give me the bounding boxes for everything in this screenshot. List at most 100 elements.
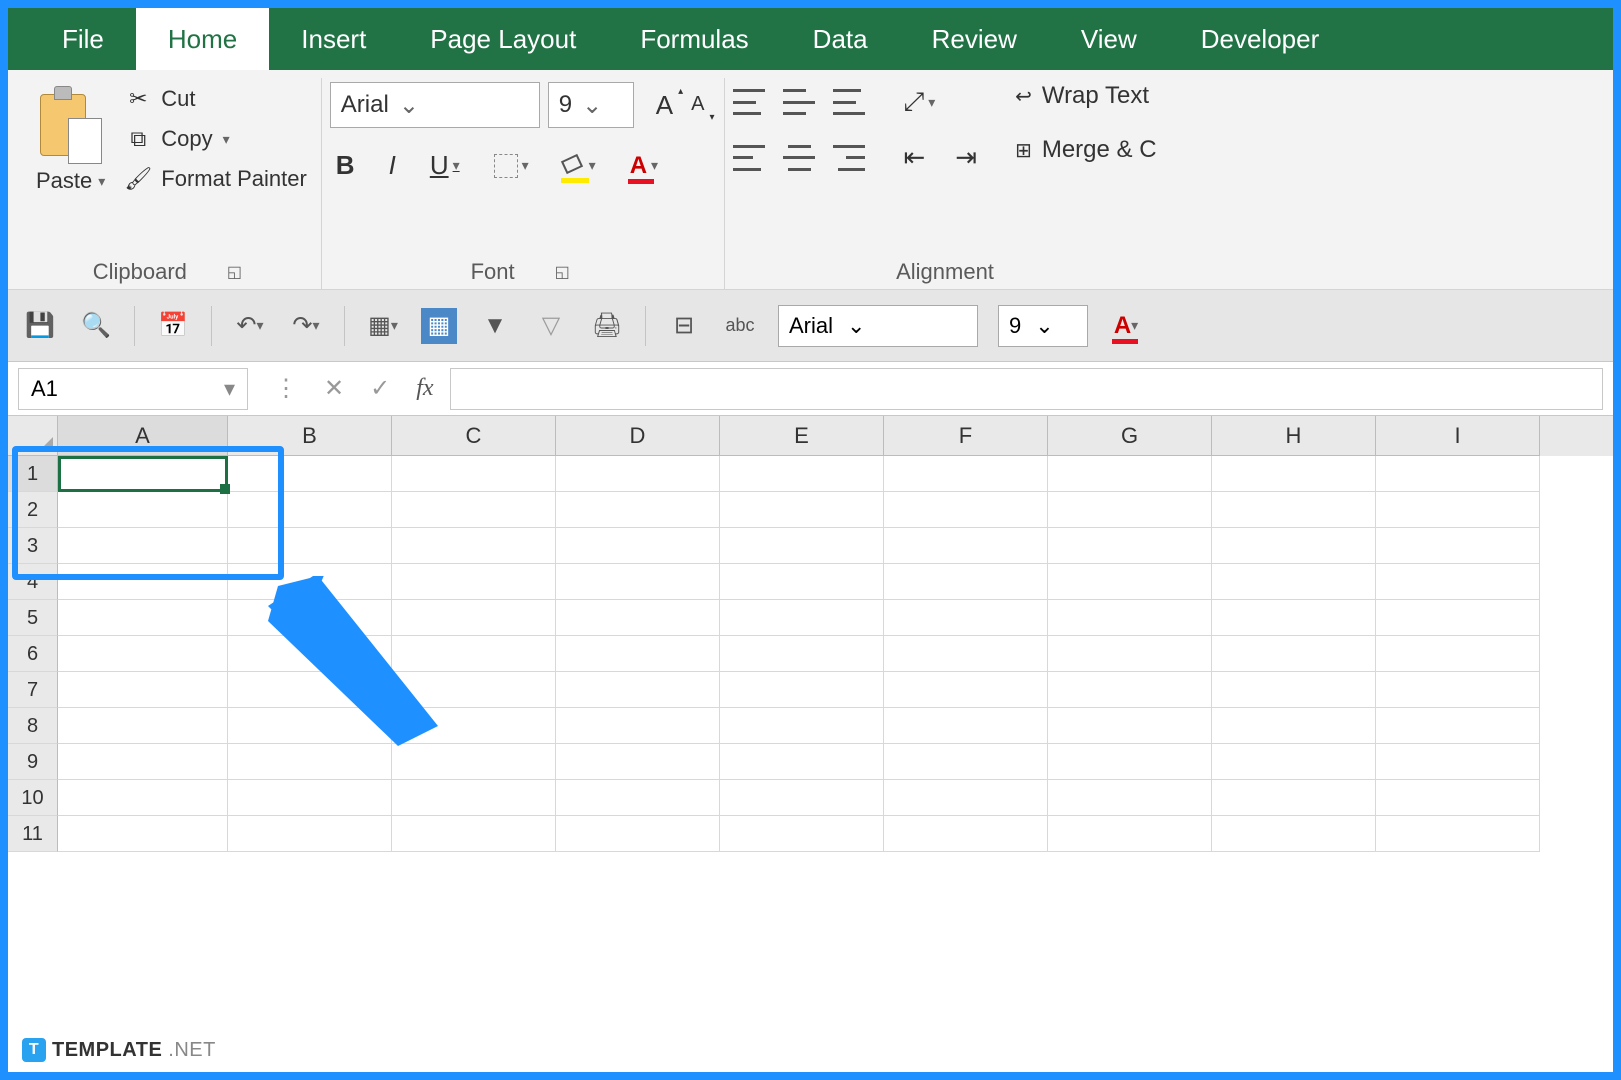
tab-formulas[interactable]: Formulas xyxy=(608,8,780,70)
cell-C2[interactable] xyxy=(392,492,556,528)
copy-button[interactable]: ⧉ Copy ▾ xyxy=(125,126,307,152)
cell-H10[interactable] xyxy=(1212,780,1376,816)
tab-home[interactable]: Home xyxy=(136,8,269,70)
cell-D1[interactable] xyxy=(556,456,720,492)
dialog-launcher-icon[interactable]: ◱ xyxy=(227,262,242,282)
wrap-text-button[interactable]: ↩ Wrap Text xyxy=(1015,82,1156,110)
cell-I10[interactable] xyxy=(1376,780,1540,816)
italic-button[interactable]: I xyxy=(383,146,402,185)
cell-B6[interactable] xyxy=(228,636,392,672)
clear-filter-button[interactable]: ▽ xyxy=(533,308,569,344)
cell-H9[interactable] xyxy=(1212,744,1376,780)
row-header-1[interactable]: 1 xyxy=(8,456,58,492)
row-header-11[interactable]: 11 xyxy=(8,816,58,852)
cell-C5[interactable] xyxy=(392,600,556,636)
cell-C7[interactable] xyxy=(392,672,556,708)
cell-F11[interactable] xyxy=(884,816,1048,852)
tab-developer[interactable]: Developer xyxy=(1169,8,1352,70)
cell-G8[interactable] xyxy=(1048,708,1212,744)
cell-D3[interactable] xyxy=(556,528,720,564)
cell-F9[interactable] xyxy=(884,744,1048,780)
cell-H3[interactable] xyxy=(1212,528,1376,564)
row-header-3[interactable]: 3 xyxy=(8,528,58,564)
spell-check-button[interactable]: abc xyxy=(722,308,758,344)
cell-C1[interactable] xyxy=(392,456,556,492)
name-box[interactable]: A1 ▾ xyxy=(18,368,248,410)
cell-I1[interactable] xyxy=(1376,456,1540,492)
cell-G11[interactable] xyxy=(1048,816,1212,852)
cell-B1[interactable] xyxy=(228,456,392,492)
cell-I6[interactable] xyxy=(1376,636,1540,672)
underline-button[interactable]: U▾ xyxy=(424,146,466,185)
cell-C6[interactable] xyxy=(392,636,556,672)
row-header-6[interactable]: 6 xyxy=(8,636,58,672)
cell-I4[interactable] xyxy=(1376,564,1540,600)
cell-H5[interactable] xyxy=(1212,600,1376,636)
column-header-f[interactable]: F xyxy=(884,416,1048,456)
column-header-b[interactable]: B xyxy=(228,416,392,456)
cell-C3[interactable] xyxy=(392,528,556,564)
column-header-a[interactable]: A xyxy=(58,416,228,456)
cell-D8[interactable] xyxy=(556,708,720,744)
freeze-panes-button[interactable]: ⊟ xyxy=(666,308,702,344)
cell-B11[interactable] xyxy=(228,816,392,852)
cell-F4[interactable] xyxy=(884,564,1048,600)
select-all-corner[interactable] xyxy=(8,416,58,456)
cancel-icon[interactable]: ✕ xyxy=(324,374,344,403)
align-middle-button[interactable] xyxy=(783,89,815,115)
row-header-7[interactable]: 7 xyxy=(8,672,58,708)
undo-button[interactable]: ↶▾ xyxy=(232,308,268,344)
cell-B7[interactable] xyxy=(228,672,392,708)
cell-F6[interactable] xyxy=(884,636,1048,672)
font-size-combo[interactable]: 9 ⌄ xyxy=(548,82,634,128)
qat-size-combo[interactable]: 9 ⌄ xyxy=(998,305,1088,347)
cell-D4[interactable] xyxy=(556,564,720,600)
column-header-d[interactable]: D xyxy=(556,416,720,456)
cell-F1[interactable] xyxy=(884,456,1048,492)
filter-button[interactable]: ▼ xyxy=(477,308,513,344)
cell-E7[interactable] xyxy=(720,672,884,708)
cell-G5[interactable] xyxy=(1048,600,1212,636)
cell-H4[interactable] xyxy=(1212,564,1376,600)
fill-color-button[interactable]: ▾ xyxy=(557,151,602,181)
cell-B4[interactable] xyxy=(228,564,392,600)
cell-E10[interactable] xyxy=(720,780,884,816)
cell-A11[interactable] xyxy=(58,816,228,852)
qat-font-color-button[interactable]: A▾ xyxy=(1108,308,1144,344)
cell-F5[interactable] xyxy=(884,600,1048,636)
cell-I3[interactable] xyxy=(1376,528,1540,564)
cell-H6[interactable] xyxy=(1212,636,1376,672)
cell-C11[interactable] xyxy=(392,816,556,852)
cell-H8[interactable] xyxy=(1212,708,1376,744)
formula-input[interactable] xyxy=(450,368,1603,410)
cell-E2[interactable] xyxy=(720,492,884,528)
merge-center-button[interactable]: ⊞ Merge & C xyxy=(1015,136,1156,164)
cell-C10[interactable] xyxy=(392,780,556,816)
row-header-10[interactable]: 10 xyxy=(8,780,58,816)
select-all-button[interactable]: ▦▾ xyxy=(365,308,401,344)
cell-F3[interactable] xyxy=(884,528,1048,564)
dialog-launcher-icon[interactable]: ◱ xyxy=(555,262,570,282)
cell-I9[interactable] xyxy=(1376,744,1540,780)
cell-A4[interactable] xyxy=(58,564,228,600)
cell-H11[interactable] xyxy=(1212,816,1376,852)
decrease-indent-button[interactable]: ⇤ xyxy=(897,138,931,177)
cell-E4[interactable] xyxy=(720,564,884,600)
redo-button[interactable]: ↷▾ xyxy=(288,308,324,344)
cell-A7[interactable] xyxy=(58,672,228,708)
cell-E3[interactable] xyxy=(720,528,884,564)
cell-H2[interactable] xyxy=(1212,492,1376,528)
cell-D9[interactable] xyxy=(556,744,720,780)
print-preview-button[interactable]: 🔍 xyxy=(78,308,114,344)
cell-E5[interactable] xyxy=(720,600,884,636)
cell-G7[interactable] xyxy=(1048,672,1212,708)
tab-data[interactable]: Data xyxy=(781,8,900,70)
cell-B9[interactable] xyxy=(228,744,392,780)
align-left-button[interactable] xyxy=(733,145,765,171)
format-painter-button[interactable]: 🖌 Format Painter xyxy=(125,166,307,192)
decrease-font-button[interactable]: A▾ xyxy=(685,86,710,125)
align-top-button[interactable] xyxy=(733,89,765,115)
font-name-combo[interactable]: Arial ⌄ xyxy=(330,82,540,128)
cell-A3[interactable] xyxy=(58,528,228,564)
cell-A8[interactable] xyxy=(58,708,228,744)
